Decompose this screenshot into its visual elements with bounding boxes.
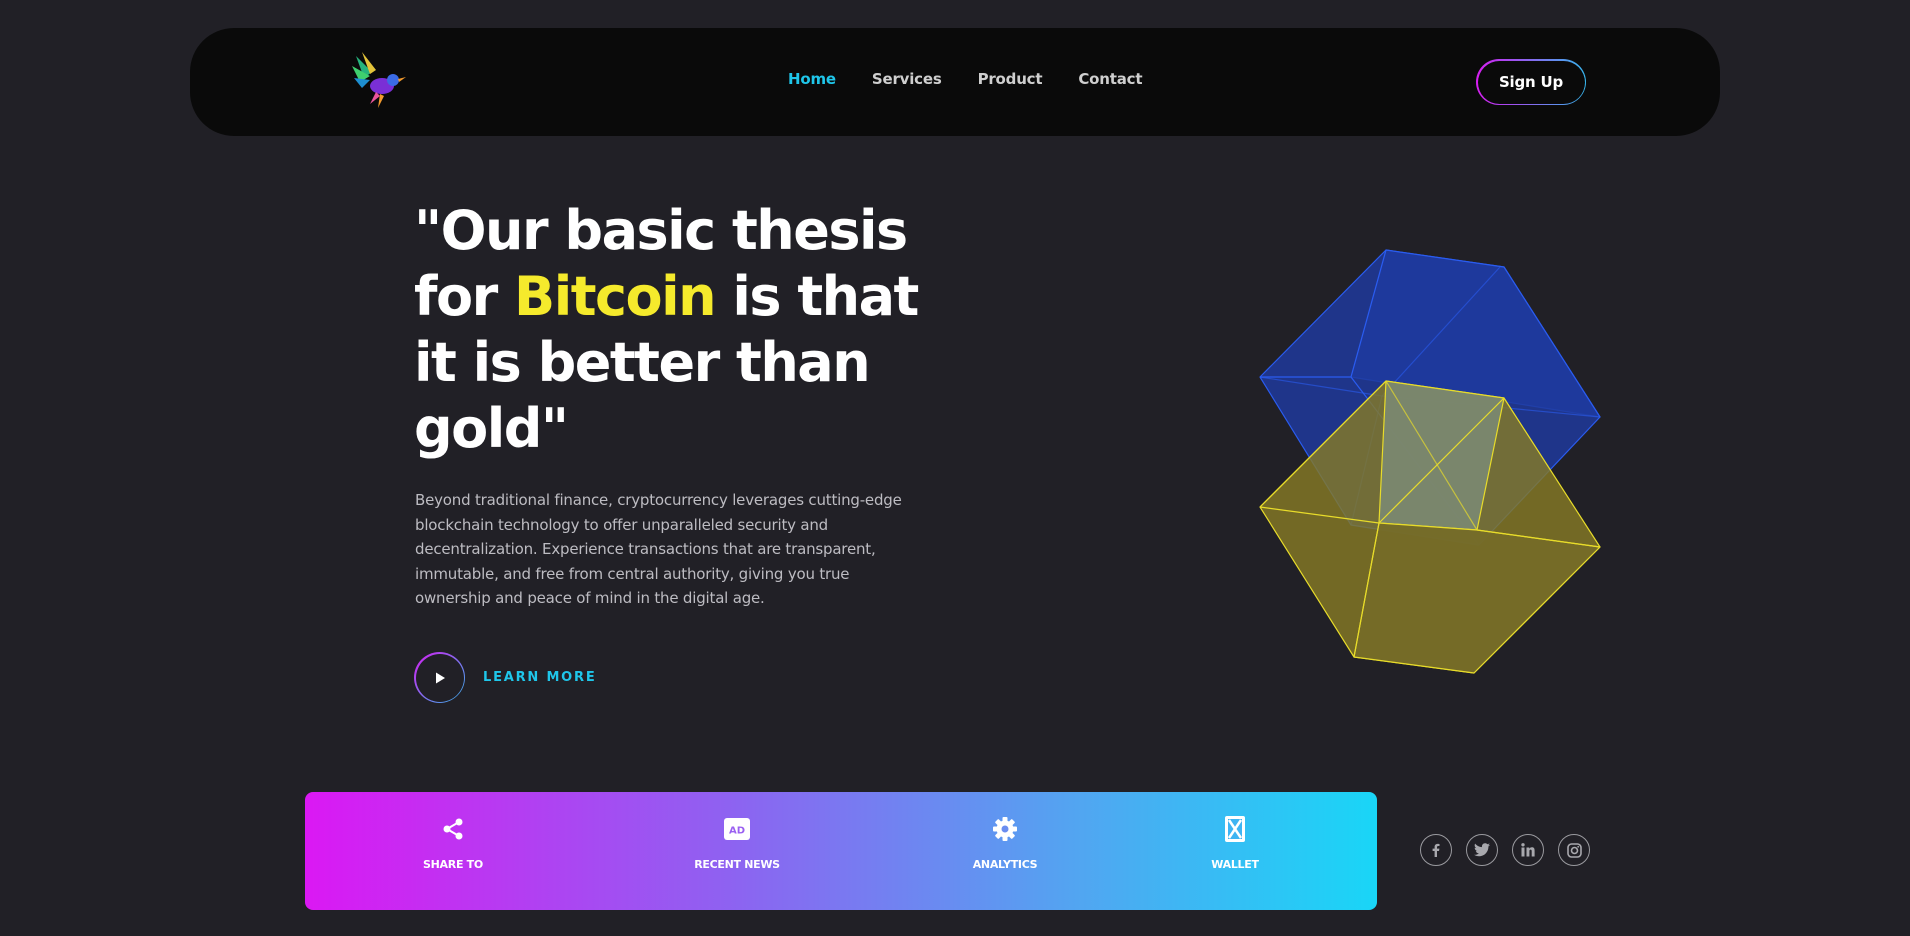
hero-headline: "Our basic thesis for Bitcoin is that it… (414, 198, 974, 462)
feature-bar: SHARE TO AD RECENT NEWS ANALYTICS WALLET (305, 792, 1377, 910)
headline-accent: Bitcoin (514, 265, 717, 328)
feature-label-wallet: WALLET (1211, 858, 1259, 871)
feature-label-analytics: ANALYTICS (972, 858, 1038, 871)
play-button[interactable] (414, 652, 465, 703)
navbar: Home Services Product Contact Sign Up (190, 28, 1720, 136)
feature-recent-news[interactable]: AD RECENT NEWS (657, 814, 817, 871)
sign-up-button[interactable]: Sign Up (1476, 59, 1586, 105)
nav-link-home[interactable]: Home (788, 70, 836, 88)
social-links (1420, 834, 1590, 866)
ad-icon: AD (657, 814, 817, 844)
nav-link-services[interactable]: Services (872, 70, 942, 88)
nav-link-contact[interactable]: Contact (1078, 70, 1142, 88)
learn-more-button[interactable]: LEARN MORE (414, 652, 597, 703)
play-icon (415, 653, 464, 702)
svg-text:AD: AD (729, 826, 745, 837)
hummingbird-logo-icon[interactable] (350, 52, 406, 112)
nav-link-product[interactable]: Product (978, 70, 1043, 88)
facebook-icon[interactable] (1420, 834, 1452, 866)
linkedin-icon[interactable] (1512, 834, 1544, 866)
share-icon (373, 814, 533, 844)
main-nav: Home Services Product Contact (788, 70, 1142, 88)
feature-label-recent-news: RECENT NEWS (694, 858, 780, 871)
feature-label-share-to: SHARE TO (423, 858, 483, 871)
feature-share-to[interactable]: SHARE TO (373, 814, 533, 871)
twitter-icon[interactable] (1466, 834, 1498, 866)
instagram-icon[interactable] (1558, 834, 1590, 866)
learn-more-label: LEARN MORE (483, 670, 597, 685)
feature-analytics[interactable]: ANALYTICS (925, 814, 1085, 871)
wallet-icon (1155, 814, 1315, 844)
feature-wallet[interactable]: WALLET (1155, 814, 1315, 871)
hero-description: Beyond traditional finance, cryptocurren… (415, 491, 902, 607)
gear-icon (925, 814, 1085, 844)
cubes-illustration (1250, 240, 1610, 680)
sign-up-label: Sign Up (1477, 60, 1585, 104)
